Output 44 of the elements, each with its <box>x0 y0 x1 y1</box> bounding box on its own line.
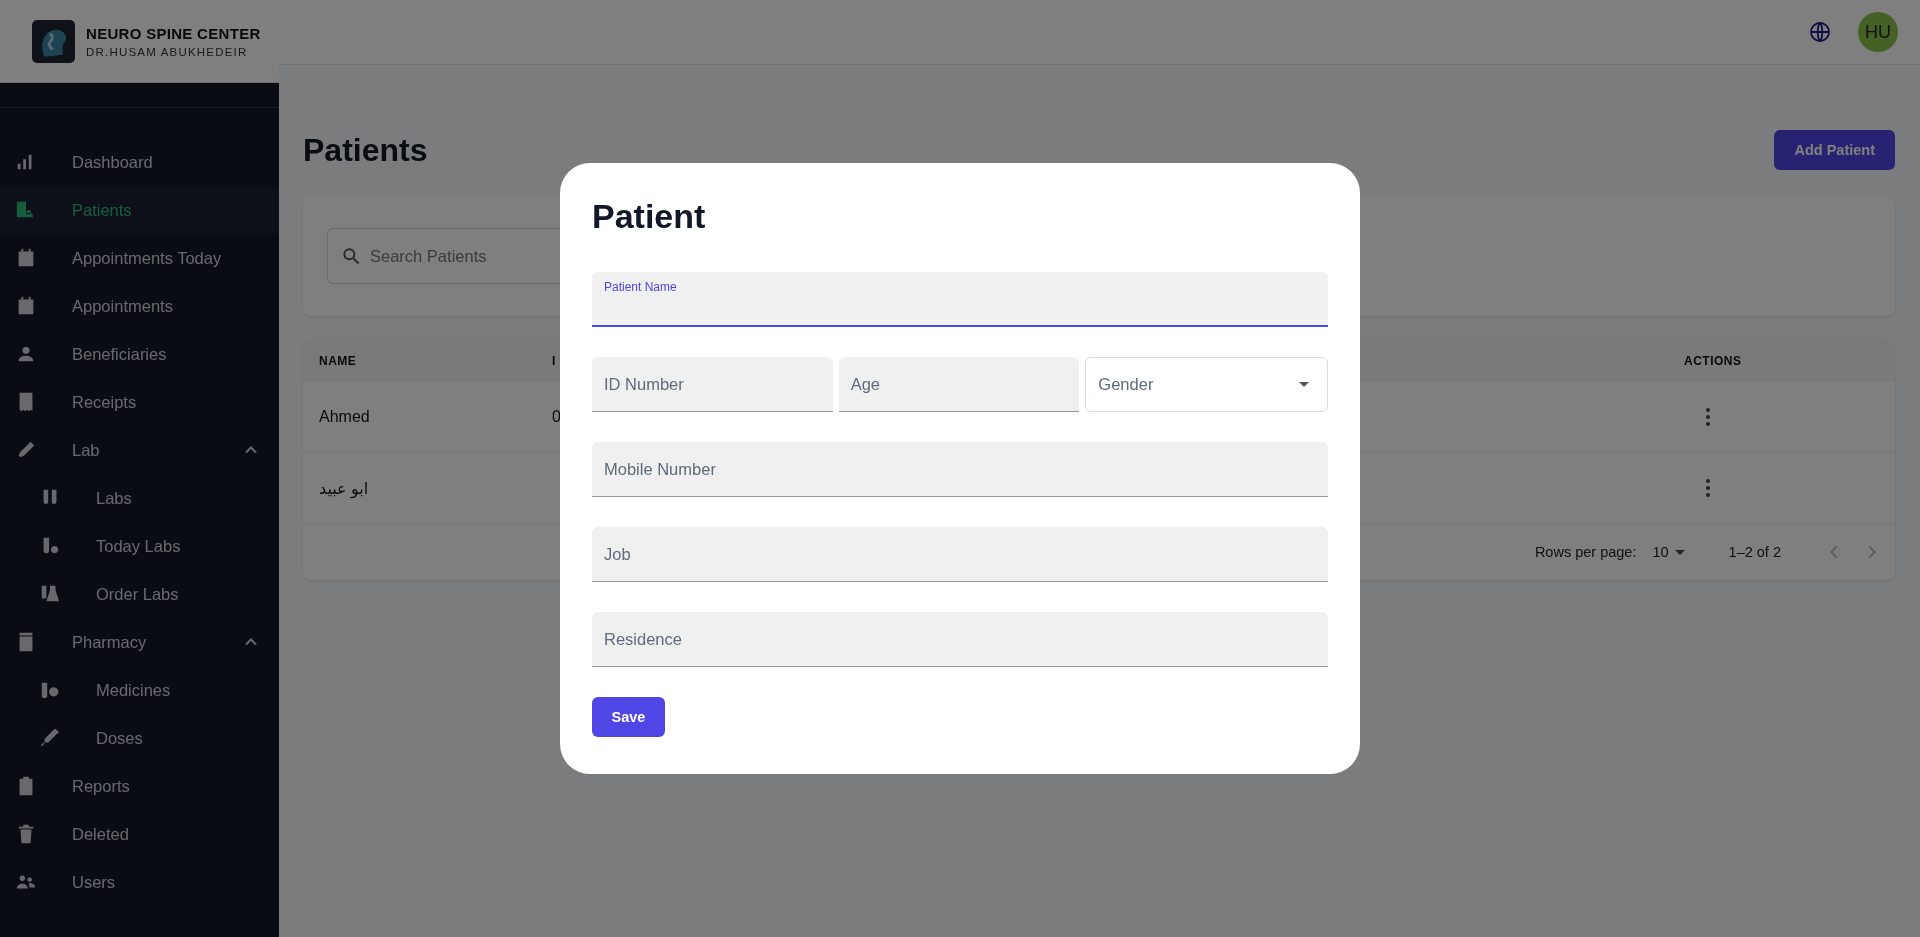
column-header: ACTIONS <box>1684 354 1743 368</box>
table-cell-text: Ahmed <box>319 408 371 426</box>
gender-select[interactable]: Gender <box>1085 357 1328 412</box>
sidebar-item[interactable]: Reports <box>0 762 279 810</box>
input-field[interactable]: Residence <box>592 612 1328 667</box>
sidebar-item[interactable]: Receipts <box>0 378 279 426</box>
brand-subtitle: DR.HUSAM ABUKHEDEIR <box>86 45 249 58</box>
sidebar-item[interactable]: Users <box>0 858 279 906</box>
dropdown-arrow-icon <box>1674 549 1685 555</box>
sidebar-item[interactable]: Beneficiaries <box>0 330 279 378</box>
brand-title: NEURO SPINE CENTER <box>86 24 261 42</box>
sidebar-item[interactable]: Patients <box>0 186 279 234</box>
sidebar-item[interactable]: Deleted <box>0 810 279 858</box>
dialog-title: Patient <box>592 197 707 236</box>
sidebar-item[interactable]: Appointments <box>0 282 279 330</box>
user-avatar[interactable]: HU <box>1858 12 1898 52</box>
column-header: I <box>552 354 557 368</box>
table-cell-text: 0 <box>552 408 562 426</box>
sidebar-subitem[interactable]: Labs <box>0 474 279 522</box>
save-button[interactable]: Save <box>592 697 665 737</box>
sidebar-subitem[interactable]: Medicines <box>0 666 279 714</box>
logo-icon <box>32 19 75 63</box>
table-cell-text: ابو عبيد <box>319 478 370 498</box>
input-field[interactable]: Patient Name <box>592 272 1328 327</box>
input-field[interactable]: Job <box>592 527 1328 582</box>
sidebar-item[interactable]: Appointments Today <box>0 234 279 282</box>
add-patient-button[interactable]: Add Patient <box>1774 130 1895 170</box>
sidebar-subitem[interactable]: Order Labs <box>0 570 279 618</box>
sidebar-subitem[interactable]: Doses <box>0 714 279 762</box>
input-field[interactable]: Mobile Number <box>592 442 1328 497</box>
page-range: 1–2 of 2 <box>1728 544 1781 560</box>
sidebar-item[interactable]: Dashboard <box>0 138 279 186</box>
search-icon <box>341 246 361 266</box>
sidebar-item[interactable]: Pharmacy <box>0 618 279 666</box>
rows-per-page-label: Rows per page: <box>1534 544 1637 560</box>
dropdown-arrow-icon <box>1299 382 1309 387</box>
sidebar-item[interactable]: Lab <box>0 426 279 474</box>
sidebar-subitem[interactable]: Today Labs <box>0 522 279 570</box>
page-title: Patients <box>303 131 428 169</box>
input-field[interactable]: Age <box>838 357 1080 412</box>
rows-per-page-select[interactable]: 10 <box>1652 544 1691 560</box>
globe-icon[interactable] <box>1808 20 1832 44</box>
input-field[interactable]: ID Number <box>592 357 833 412</box>
column-header: NAME <box>319 354 358 368</box>
